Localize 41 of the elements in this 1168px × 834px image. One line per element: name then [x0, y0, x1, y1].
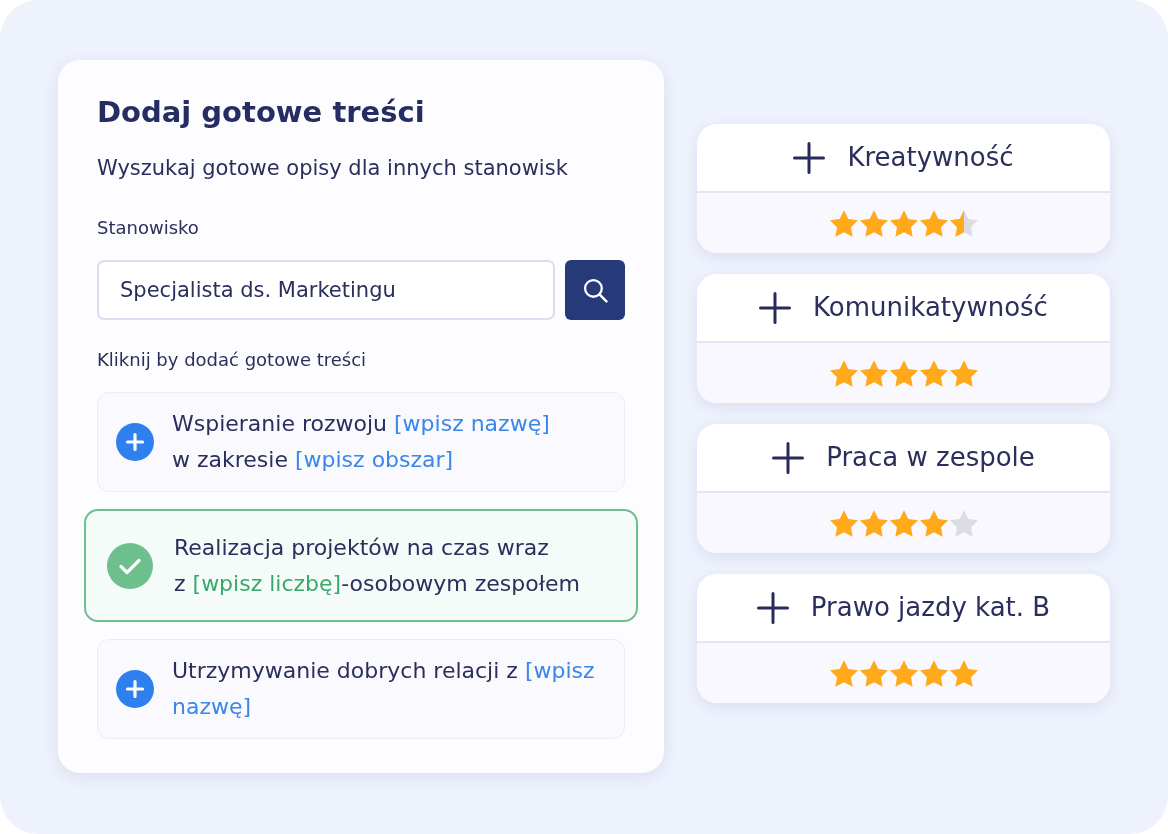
add-skill-button[interactable]: Kreatywność	[793, 138, 1014, 177]
plus-circle-icon	[116, 670, 154, 708]
card-subtitle: Wyszukaj gotowe opisy dla innych stanowisk	[97, 155, 568, 182]
star-icon	[949, 509, 978, 537]
star-icon	[889, 359, 918, 387]
star-icon	[889, 659, 918, 687]
star-icon	[859, 359, 888, 387]
star-icon	[949, 209, 978, 237]
star-icon	[829, 359, 858, 387]
star-icon	[919, 509, 948, 537]
star-icon	[889, 209, 918, 237]
star-icon	[829, 659, 858, 687]
search-icon	[582, 277, 608, 303]
plus-icon	[793, 141, 826, 174]
suggestion-item[interactable]: Wspieranie rozwoju [wpisz nazwę] w zakresie [wpisz obszar]	[97, 392, 625, 492]
star-icon	[919, 659, 948, 687]
star-icon	[859, 209, 888, 237]
star-icon	[829, 209, 858, 237]
suggestion-item[interactable]: Utrzymywanie dobrych relacji z [wpisz nazwę]	[97, 639, 625, 739]
star-icon	[889, 509, 918, 537]
plus-circle-icon	[116, 423, 154, 461]
add-skill-button[interactable]: Praca w zespole	[772, 438, 1035, 477]
add-skill-button[interactable]: Komunikatywność	[759, 288, 1048, 327]
plus-icon	[759, 291, 792, 324]
star-icon	[829, 509, 858, 537]
field-label: Stanowisko	[97, 216, 199, 240]
star-icon	[949, 359, 978, 387]
star-icon	[919, 359, 948, 387]
star-icon	[949, 659, 978, 687]
check-circle-icon	[107, 542, 153, 589]
star-icon	[859, 509, 888, 537]
search-button[interactable]	[565, 260, 625, 320]
plus-icon	[772, 441, 805, 474]
input-field[interactable]: Specjalista ds. Marketingu	[97, 260, 556, 320]
card-title: Dodaj gotowe treści	[97, 94, 425, 131]
star-icon	[919, 209, 948, 237]
hint-text: Kliknij by dodać gotowe treści	[97, 348, 367, 372]
add-skill-button[interactable]: Prawo jazdy kat. B	[756, 588, 1051, 627]
plus-icon	[756, 591, 789, 624]
suggestion-item[interactable]: Realizacja projektów na czas wraz z [wpisz liczbę]-osobowym zespołem	[84, 509, 638, 622]
star-icon	[859, 659, 888, 687]
